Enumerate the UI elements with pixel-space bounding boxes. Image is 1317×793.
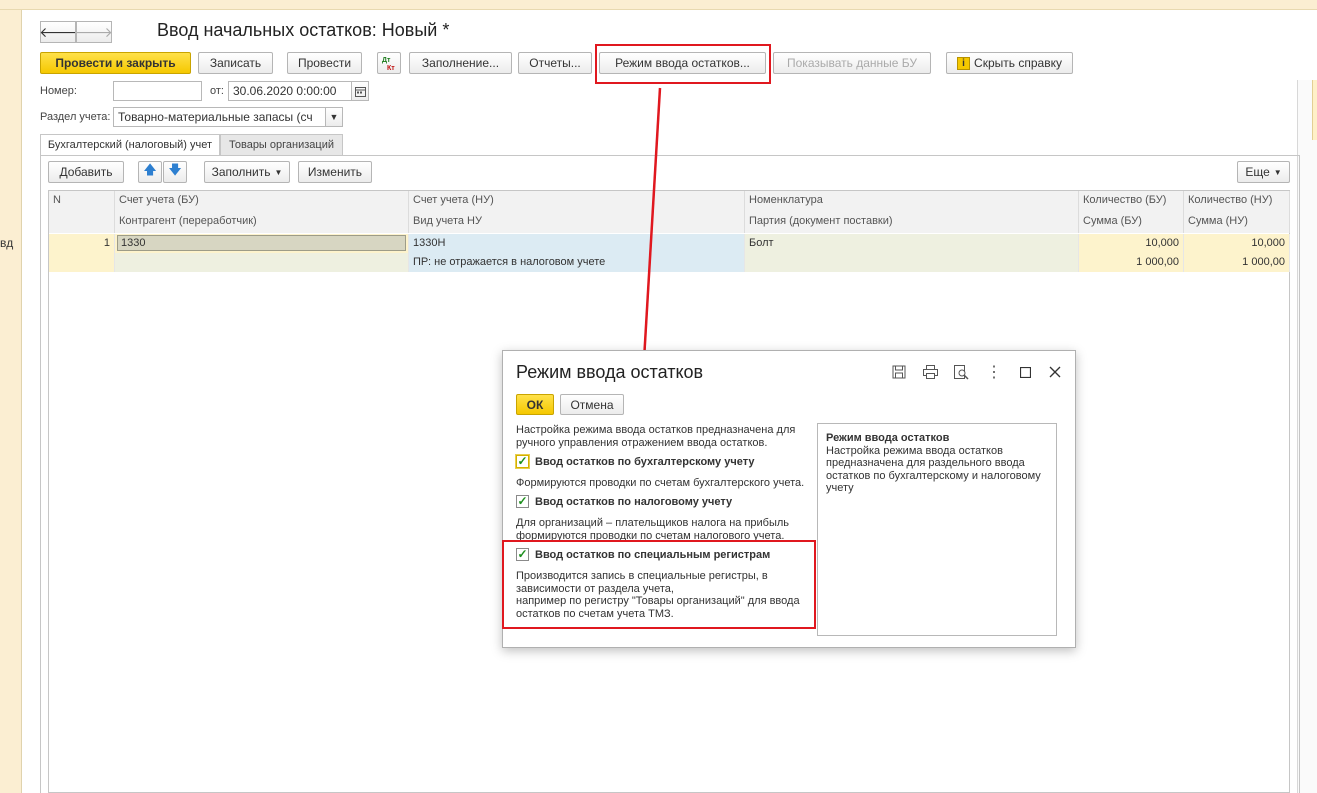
accounting-checkbox[interactable]: ✓ [515,454,530,469]
dialog-intro: Настройка режима ввода остатков предназн… [516,424,796,449]
dialog-title: Режим ввода остатков [516,362,704,382]
help-box: Режим ввода остатков Настройка режима вв… [817,423,1057,636]
save-icon[interactable] [891,364,907,380]
close-icon[interactable] [1047,364,1063,380]
more-vertical-icon[interactable]: ⋮ [986,364,1002,381]
highlight-special-registers [502,540,816,629]
cancel-button[interactable]: Отмена [560,394,624,415]
accounting-option-desc: Формируются проводки по счетам бухгалтер… [516,477,805,489]
help-title: Режим ввода остатков [826,432,950,444]
accounting-option-label[interactable]: Ввод остатков по бухгалтерскому учету [535,456,754,468]
tax-option-label[interactable]: Ввод остатков по налоговому учету [535,496,732,508]
checkmark-icon: ✓ [517,494,528,508]
preview-icon[interactable] [953,364,969,380]
input-mode-dialog: Режим ввода остатков ⋮ ОК Отмена Настрой… [502,350,1076,648]
print-icon[interactable] [922,364,938,380]
maximize-icon[interactable] [1017,364,1033,380]
ok-button[interactable]: ОК [516,394,554,415]
tax-checkbox[interactable]: ✓ [516,495,529,508]
tax-option-desc: Для организаций – плательщиков налога на… [516,517,790,542]
checkmark-icon: ✓ [517,454,528,468]
